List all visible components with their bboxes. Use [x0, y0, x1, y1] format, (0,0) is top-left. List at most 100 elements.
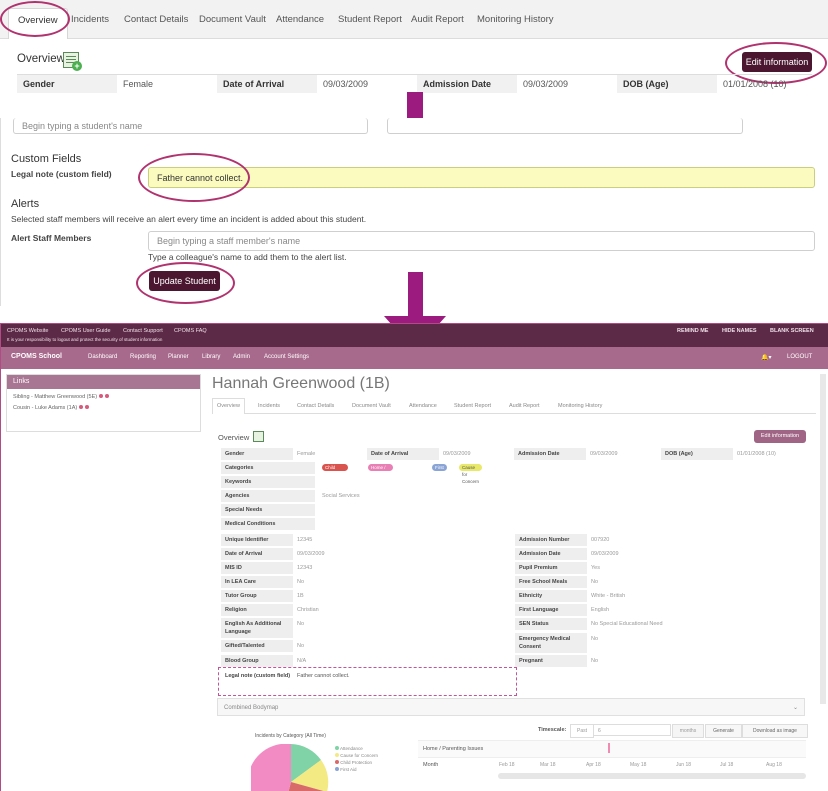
- security-note: It is your responsibility to logout and …: [7, 337, 163, 342]
- nav-library[interactable]: Library: [202, 354, 220, 360]
- incidents-pie-chart: [251, 744, 329, 791]
- field-label: First Language: [515, 604, 587, 616]
- legend-item: Attendance: [335, 745, 378, 752]
- gender-label: Gender: [221, 448, 293, 460]
- tab-incidents[interactable]: Incidents: [258, 403, 280, 409]
- hide-names-link[interactable]: HIDE NAMES: [722, 328, 757, 334]
- tab-incidents[interactable]: Incidents: [71, 8, 109, 38]
- field-value: Yes: [591, 565, 600, 571]
- nav-planner[interactable]: Planner: [168, 354, 189, 360]
- dob-label: DOB (Age): [617, 75, 717, 93]
- tab-document-vault[interactable]: Document Vault: [199, 8, 266, 38]
- blank-screen-link[interactable]: BLANK SCREEN: [770, 328, 814, 334]
- alert-staff-help: Type a colleague's name to add them to t…: [148, 252, 347, 262]
- agencies-value: Social Services: [322, 493, 360, 499]
- page-scrollbar[interactable]: [820, 374, 826, 704]
- nav-account-settings[interactable]: Account Settings: [264, 354, 309, 360]
- field-label: In LEA Care: [221, 576, 293, 588]
- link-sibling[interactable]: Sibling - Matthew Greenwood (5E): [7, 394, 200, 400]
- brand[interactable]: CPOMS School: [11, 353, 62, 360]
- timescale-past-select[interactable]: Past: [570, 724, 594, 738]
- legal-note-label: Legal note (custom field): [11, 169, 112, 179]
- custom-fields-heading: Custom Fields: [11, 153, 82, 165]
- timescale-value-input[interactable]: 6: [593, 724, 671, 736]
- link-contact-support[interactable]: Contact Support: [123, 328, 163, 334]
- timeline-marker: [608, 743, 610, 753]
- legend-label: Child Protection: [340, 760, 373, 765]
- field-value: English: [591, 607, 610, 613]
- profile-tabs: Overview Incidents Contact Details Docum…: [212, 398, 816, 414]
- field-value: 09/03/2009: [297, 551, 325, 557]
- field-label: Ethnicity: [515, 590, 587, 602]
- tab-attendance[interactable]: Attendance: [276, 8, 324, 38]
- gender-label: Gender: [17, 75, 117, 93]
- legend-item: First Aid: [335, 766, 378, 773]
- student-profile-panel: CPOMS Website CPOMS User Guide Contact S…: [0, 323, 828, 791]
- bell-icon[interactable]: 🔔▾: [761, 354, 771, 361]
- tab-student-report[interactable]: Student Report: [338, 8, 402, 38]
- keywords-label: Keywords: [221, 476, 315, 488]
- tab-monitoring-history[interactable]: Monitoring History: [477, 8, 554, 38]
- nav-dashboard[interactable]: Dashboard: [88, 354, 117, 360]
- links-heading: Links: [7, 375, 200, 389]
- tab-attendance[interactable]: Attendance: [409, 403, 437, 409]
- arrival-value: 09/03/2009: [323, 79, 369, 89]
- overview-title: Overview: [218, 433, 250, 442]
- link-cpoms-website[interactable]: CPOMS Website: [7, 328, 48, 334]
- combined-bodymap-toggle[interactable]: Combined Bodymap ⌄: [217, 698, 805, 716]
- legend-label: Attendance: [340, 746, 363, 751]
- field-value: No: [591, 636, 599, 642]
- gender-value: Female: [297, 451, 316, 457]
- student-name-input[interactable]: Begin typing a student's name: [13, 118, 368, 134]
- field-value: No Special Educational Need: [591, 621, 663, 627]
- arrival-value: 09/03/2009: [443, 451, 471, 457]
- alert-staff-label: Alert Staff Members: [11, 233, 92, 243]
- agencies-label: Agencies: [221, 490, 315, 502]
- tab-overview[interactable]: Overview: [212, 398, 245, 414]
- timescale-period-select[interactable]: months: [672, 724, 704, 738]
- field-label: Blood Group: [221, 655, 293, 667]
- overview-title: Overview: [17, 53, 65, 65]
- highlight-ring-legal-note: [138, 153, 250, 202]
- field-label: MIS ID: [221, 562, 293, 574]
- field-value: No: [297, 579, 305, 585]
- generate-button[interactable]: Generate: [705, 724, 742, 738]
- admission-value: 09/03/2009: [523, 79, 569, 89]
- admission-label: Admission Date: [514, 448, 586, 460]
- timeline-scrollbar[interactable]: [498, 773, 806, 779]
- field-label: SEN Status: [515, 618, 587, 630]
- tab-audit-report[interactable]: Audit Report: [509, 403, 540, 409]
- tab-audit-report[interactable]: Audit Report: [411, 8, 464, 38]
- field-value: No: [591, 658, 599, 664]
- link-cousin[interactable]: Cousin - Luke Adams (1A): [7, 405, 200, 411]
- link-user-guide[interactable]: CPOMS User Guide: [61, 328, 111, 334]
- legend-item: Child Protection: [335, 759, 378, 766]
- field-label: English As Additional Language: [221, 618, 293, 638]
- field-label: Pupil Premium: [515, 562, 587, 574]
- second-name-input[interactable]: [387, 118, 743, 134]
- tab-student-report[interactable]: Student Report: [454, 403, 491, 409]
- tab-contact-details[interactable]: Contact Details: [124, 8, 188, 38]
- field-label: Religion: [221, 604, 293, 616]
- tab-monitoring-history[interactable]: Monitoring History: [558, 403, 602, 409]
- logout-link[interactable]: LOGOUT: [787, 354, 812, 360]
- admission-label: Admission Date: [417, 75, 517, 93]
- remind-me-link[interactable]: REMIND ME: [677, 328, 708, 334]
- overview-summary-row: Gender Female Date of Arrival 09/03/2009…: [17, 74, 812, 93]
- alert-staff-input[interactable]: Begin typing a staff member's name: [148, 231, 815, 251]
- field-value: N/A: [297, 658, 307, 664]
- category-pill: Child Protection: [322, 464, 349, 477]
- month-tick: Feb 18: [499, 762, 515, 768]
- legend-label: Cause for Concern: [340, 753, 379, 758]
- link-faq[interactable]: CPOMS FAQ: [174, 328, 207, 334]
- edit-information-button[interactable]: Edit information: [754, 430, 806, 443]
- tab-contact-details[interactable]: Contact Details: [297, 403, 334, 409]
- field-value: No: [591, 579, 599, 585]
- tab-document-vault[interactable]: Document Vault: [352, 403, 391, 409]
- download-image-button[interactable]: Download as image: [742, 724, 808, 738]
- link-sibling-label: Sibling - Matthew Greenwood (5E): [13, 394, 98, 400]
- nav-reporting[interactable]: Reporting: [130, 354, 156, 360]
- medical-label: Medical Conditions: [221, 518, 315, 530]
- nav-admin[interactable]: Admin: [233, 354, 250, 360]
- links-panel: Links Sibling - Matthew Greenwood (5E) C…: [6, 374, 201, 432]
